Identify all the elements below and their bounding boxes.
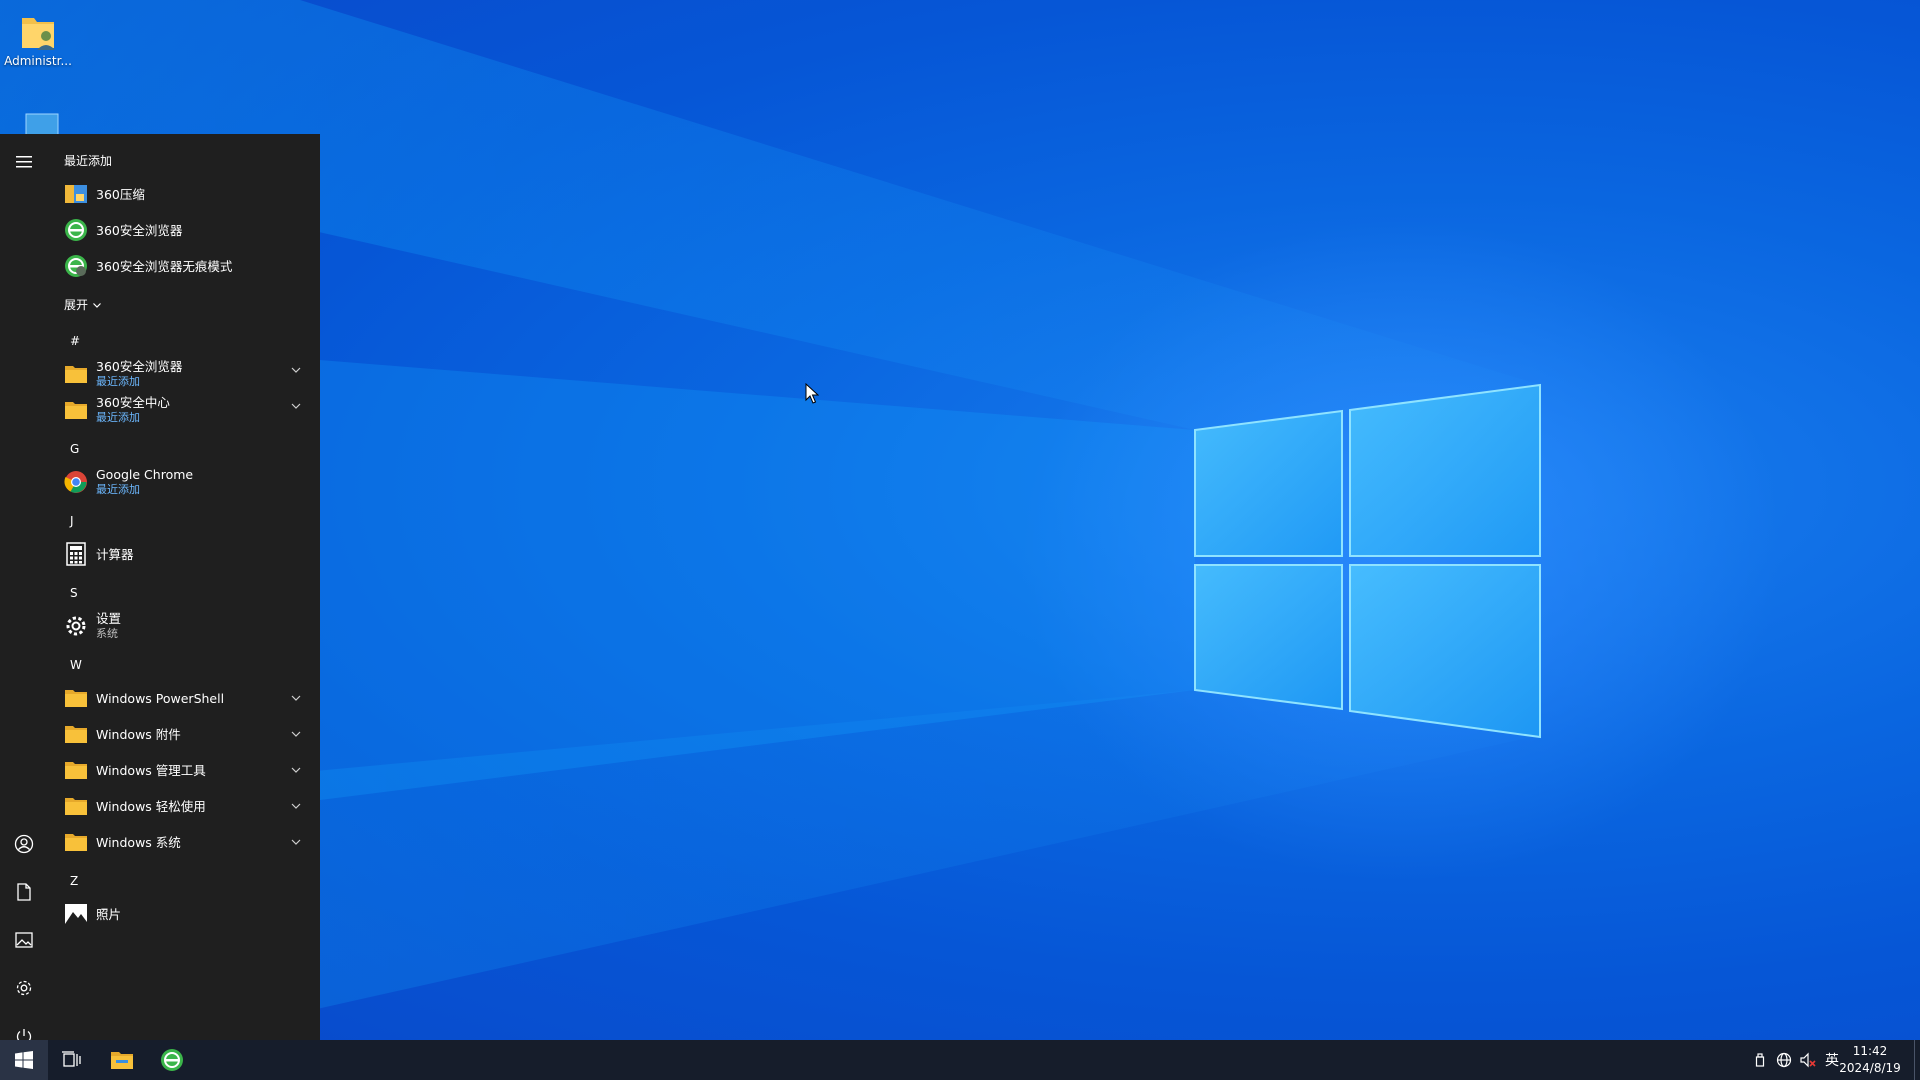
app-item-windows-ease-of-access[interactable]: Windows 轻松使用 — [48, 788, 308, 824]
app-name: Google Chrome — [96, 467, 194, 482]
pictures-icon — [15, 932, 33, 948]
pictures-button[interactable] — [0, 920, 48, 960]
chevron-down-icon[interactable] — [288, 398, 304, 414]
chevron-down-icon[interactable] — [288, 362, 304, 378]
user-folder-icon — [22, 18, 55, 50]
app-item-calculator[interactable]: 计算器 — [48, 536, 308, 572]
task-view-button[interactable] — [48, 1040, 96, 1080]
360browser-private-icon — [64, 254, 88, 278]
group-letter[interactable]: G — [70, 442, 79, 456]
expand-button[interactable]: 展开 — [64, 296, 102, 313]
folder-icon — [64, 722, 88, 746]
app-name: 计算器 — [96, 546, 134, 562]
360browser-icon — [64, 218, 88, 242]
app-item-settings[interactable]: 设置 系统 — [48, 608, 308, 644]
start-button[interactable] — [0, 1040, 48, 1080]
settings-icon — [16, 980, 32, 996]
hamburger-icon — [16, 156, 32, 168]
folder-icon — [64, 794, 88, 818]
account-button[interactable] — [0, 824, 48, 864]
folder-icon — [64, 686, 88, 710]
chevron-down-icon[interactable] — [288, 726, 304, 742]
calculator-icon — [64, 542, 88, 566]
app-subtitle: 最近添加 — [96, 375, 140, 388]
app-subtitle: 最近添加 — [96, 411, 140, 424]
recent-item-360zip[interactable]: 360压缩 — [48, 176, 308, 212]
group-letter[interactable]: Z — [70, 874, 78, 888]
clock-date: 2024/8/19 — [1839, 1061, 1901, 1075]
folder-icon — [64, 398, 88, 422]
chevron-down-icon[interactable] — [288, 834, 304, 850]
desktop-icon-administrator[interactable]: Administr... — [0, 10, 76, 68]
group-letter[interactable]: S — [70, 586, 78, 600]
taskbar: 英 11:42 2024/8/19 — [0, 1040, 1920, 1080]
group-letter[interactable]: # — [70, 334, 80, 348]
chevron-down-icon — [93, 302, 101, 308]
group-letter[interactable]: J — [70, 514, 74, 528]
app-name: 照片 — [96, 906, 122, 922]
folder-icon — [64, 758, 88, 782]
app-name: Windows 轻松使用 — [96, 798, 206, 814]
file-explorer-icon — [111, 1052, 133, 1069]
task-view-icon — [62, 1051, 81, 1067]
app-item-photos[interactable]: 照片 — [48, 896, 308, 932]
settings-icon — [64, 614, 88, 638]
chevron-down-icon[interactable] — [288, 690, 304, 706]
app-name: 设置 — [96, 611, 122, 626]
folder-icon — [64, 830, 88, 854]
documents-icon — [17, 883, 31, 901]
clock-time: 11:42 — [1852, 1044, 1888, 1058]
documents-button[interactable] — [0, 872, 48, 912]
start-rail — [0, 134, 48, 1044]
360browser-taskbar-button[interactable] — [148, 1040, 196, 1080]
folder-icon — [64, 362, 88, 386]
app-subtitle: 最近添加 — [96, 483, 140, 496]
app-item-360security-folder[interactable]: 360安全中心 最近添加 — [48, 392, 308, 428]
chevron-down-icon[interactable] — [288, 798, 304, 814]
clock[interactable]: 11:42 2024/8/19 — [1832, 1043, 1908, 1077]
app-name: Windows 系统 — [96, 834, 181, 850]
windows-start-icon — [15, 1051, 33, 1069]
network-icon[interactable] — [1772, 1040, 1796, 1080]
usb-device-icon[interactable] — [1748, 1040, 1772, 1080]
hamburger-menu-button[interactable] — [0, 142, 48, 182]
360zip-icon — [64, 182, 88, 206]
app-name: 360安全浏览器无痕模式 — [96, 258, 233, 274]
app-item-windows-system[interactable]: Windows 系统 — [48, 824, 308, 860]
360browser-icon — [161, 1049, 183, 1071]
app-item-360browser-folder[interactable]: 360安全浏览器 最近添加 — [48, 356, 308, 392]
show-desktop-button[interactable] — [1914, 1040, 1920, 1080]
group-letter[interactable]: W — [70, 658, 82, 672]
expand-label: 展开 — [64, 298, 89, 312]
app-name: 360安全浏览器 — [96, 222, 183, 238]
user-icon — [14, 834, 34, 854]
app-name: Windows 附件 — [96, 726, 181, 742]
file-explorer-button[interactable] — [98, 1040, 146, 1080]
app-list: 最近添加 360压缩 360安全浏览器 360安全浏览器无痕模式 展开 # 36… — [48, 134, 320, 1040]
chrome-icon — [64, 470, 88, 494]
app-name: 360安全浏览器 — [96, 359, 183, 374]
recent-item-360browser[interactable]: 360安全浏览器 — [48, 212, 308, 248]
settings-button[interactable] — [0, 968, 48, 1008]
app-name: Windows 管理工具 — [96, 762, 206, 778]
app-subtitle: 系统 — [96, 627, 118, 640]
app-item-windows-powershell[interactable]: Windows PowerShell — [48, 680, 308, 716]
recently-added-title: 最近添加 — [64, 154, 113, 168]
desktop: Administr... 最近添加 360压缩 360安全浏览器 360安全浏览… — [0, 0, 1920, 1080]
app-item-windows-admin-tools[interactable]: Windows 管理工具 — [48, 752, 308, 788]
desktop-icon-label: Administr... — [4, 54, 72, 68]
app-item-google-chrome[interactable]: Google Chrome 最近添加 — [48, 464, 308, 500]
recent-item-360browser-private[interactable]: 360安全浏览器无痕模式 — [48, 248, 308, 284]
app-name: 360安全中心 — [96, 395, 170, 410]
app-name: 360压缩 — [96, 186, 145, 202]
volume-muted-icon[interactable] — [1796, 1040, 1820, 1080]
chevron-down-icon[interactable] — [288, 762, 304, 778]
app-item-windows-accessories[interactable]: Windows 附件 — [48, 716, 308, 752]
mouse-cursor-icon — [805, 383, 819, 404]
start-menu: 最近添加 360压缩 360安全浏览器 360安全浏览器无痕模式 展开 # 36… — [0, 134, 320, 1044]
app-name: Windows PowerShell — [96, 690, 225, 706]
photos-icon — [64, 902, 88, 926]
